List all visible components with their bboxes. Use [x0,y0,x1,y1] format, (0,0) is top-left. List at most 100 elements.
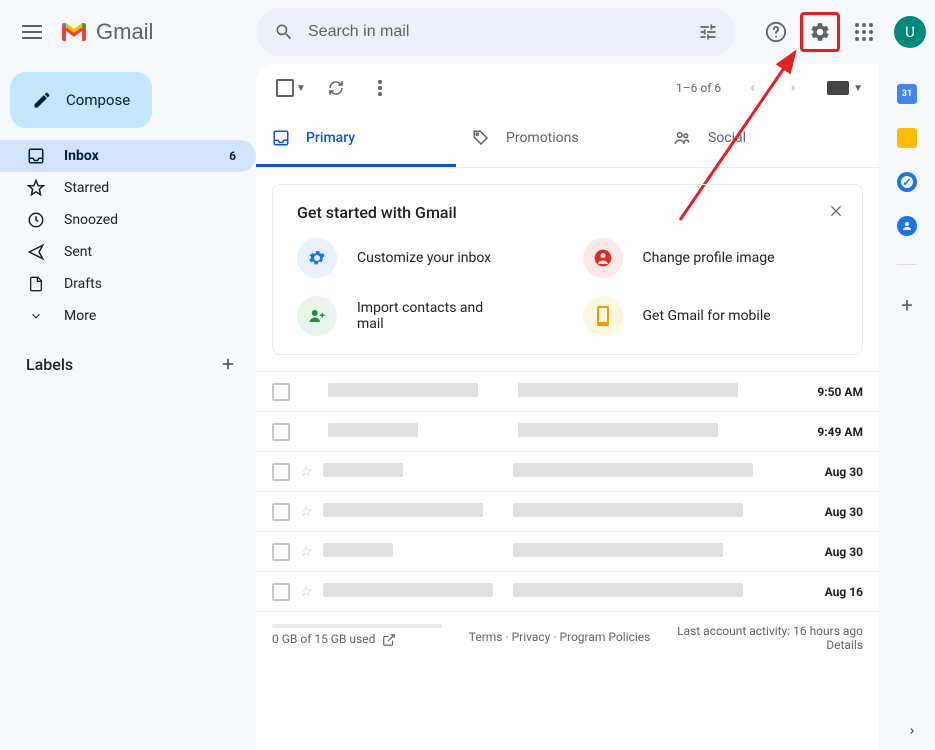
search-bar[interactable] [256,8,736,56]
nav-label: Snoozed [64,212,118,228]
storage-bar [272,624,442,628]
person-icon [901,220,913,232]
pencil-icon [32,90,52,110]
calendar-app-button[interactable]: 31 [897,84,917,104]
people-icon [672,129,692,147]
row-checkbox[interactable] [272,543,290,561]
inbox-tab-icon [272,129,290,147]
open-in-new-icon[interactable] [382,633,396,647]
header-right: U [736,12,926,52]
mail-time: 9:50 AM [793,385,863,399]
caret-down-icon: ▼ [296,83,306,94]
mail-row[interactable]: 9:50 AM [256,371,879,411]
tab-promotions[interactable]: Promotions [456,112,656,167]
storage-text: 0 GB of 15 GB used [272,632,375,646]
clock-icon [26,211,46,229]
phone-icon [596,305,610,327]
mail-row[interactable]: ☆ Aug 30 [256,451,879,491]
row-checkbox[interactable] [272,383,290,401]
mail-time: Aug 16 [793,585,863,599]
chevron-right-icon [788,81,798,95]
prev-page-button[interactable] [737,72,769,104]
input-tools-button[interactable]: ▼ [827,81,863,95]
add-label-button[interactable] [214,350,242,378]
program-policies-link[interactable]: Program Policies [559,630,650,644]
side-panel-divider [897,264,917,265]
help-icon [765,21,787,43]
search-button[interactable] [264,12,304,52]
nav-sent[interactable]: Sent [0,236,256,268]
gs-change-profile[interactable]: Change profile image [583,238,839,278]
star-toggle[interactable]: ☆ [300,464,313,480]
get-addons-button[interactable]: + [901,293,912,317]
dismiss-card-button[interactable] [824,199,848,223]
row-checkbox[interactable] [272,463,290,481]
star-toggle[interactable]: ☆ [300,544,313,560]
mail-row[interactable]: 9:49 AM [256,411,879,451]
plus-icon [219,355,237,373]
account-avatar[interactable]: U [894,16,926,48]
gs-gmail-mobile[interactable]: Get Gmail for mobile [583,296,839,336]
google-apps-button[interactable] [844,12,884,52]
contacts-app-button[interactable] [897,216,917,236]
settings-button[interactable] [800,12,840,52]
labels-section: Labels [0,332,256,378]
details-link[interactable]: Details [826,638,863,652]
footer: 0 GB of 15 GB used Terms · Privacy · Pro… [256,611,879,664]
compose-button[interactable]: Compose [10,72,152,128]
main-menu-button[interactable] [8,8,56,56]
nav-inbox[interactable]: Inbox 6 [0,140,256,172]
refresh-icon [327,79,345,97]
activity-text: Last account activity: 16 hours ago [677,624,863,638]
inbox-count: 6 [229,149,244,163]
get-started-card: Get started with Gmail Customize your in… [272,184,863,355]
refresh-button[interactable] [318,68,354,108]
search-icon [274,22,294,42]
gs-customize-inbox[interactable]: Customize your inbox [297,238,553,278]
row-checkbox[interactable] [272,503,290,521]
collapse-side-panel-button[interactable] [907,724,917,738]
search-input[interactable] [308,23,684,41]
keyboard-icon [827,81,849,95]
row-checkbox[interactable] [272,423,290,441]
star-toggle[interactable]: ☆ [300,504,313,520]
account-icon [593,248,613,268]
nav-drafts[interactable]: Drafts [0,268,256,300]
tasks-app-button[interactable]: ✓ [897,172,917,192]
gs-import-contacts[interactable]: Import contacts and mail [297,296,553,336]
nav-snoozed[interactable]: Snoozed [0,204,256,236]
chevron-left-icon [748,81,758,95]
sidebar: Compose Inbox 6 Starred Snoozed Sent [0,64,256,750]
sent-icon [26,243,46,261]
hamburger-icon [22,25,42,39]
search-options-button[interactable] [688,12,728,52]
chevron-right-icon [907,724,917,738]
mail-row[interactable]: ☆ Aug 30 [256,491,879,531]
select-all-dropdown[interactable]: ▼ [272,75,310,101]
nav-label: More [64,308,96,324]
privacy-link[interactable]: Privacy [512,630,551,644]
tab-social[interactable]: Social [656,112,856,167]
star-icon [26,179,46,197]
nav-label: Starred [64,180,109,196]
star-toggle[interactable]: ☆ [300,584,313,600]
mail-time: Aug 30 [793,545,863,559]
mail-row[interactable]: ☆ Aug 30 [256,531,879,571]
nav-starred[interactable]: Starred [0,172,256,204]
tag-icon [472,129,490,147]
support-button[interactable] [756,12,796,52]
person-add-icon [306,307,328,325]
next-page-button[interactable] [777,72,809,104]
labels-heading: Labels [26,355,73,374]
tune-icon [698,22,718,42]
nav-more[interactable]: More [0,300,256,332]
gmail-logo[interactable]: Gmail [56,19,153,45]
more-actions-button[interactable] [362,68,398,108]
select-all-checkbox[interactable] [276,79,294,97]
tab-primary[interactable]: Primary [256,112,456,167]
row-checkbox[interactable] [272,583,290,601]
mail-row[interactable]: ☆ Aug 16 [256,571,879,611]
keep-app-button[interactable] [897,128,917,148]
app-header: Gmail U [0,0,935,64]
terms-link[interactable]: Terms [469,630,503,644]
